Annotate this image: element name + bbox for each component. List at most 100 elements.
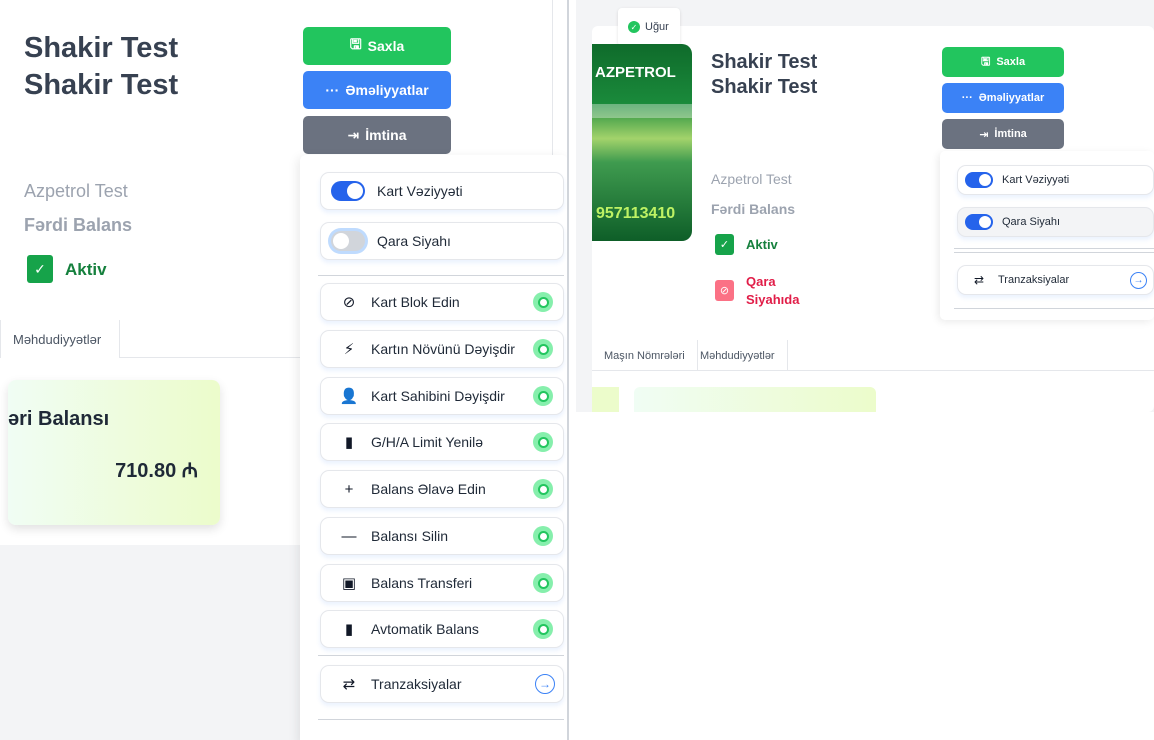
card-stripe: [592, 104, 692, 118]
action-auto-balance[interactable]: ▮ Avtomatik Balans: [320, 610, 564, 648]
transactions-label: Tranzaksiyalar: [998, 274, 1070, 286]
action-balance-transfer[interactable]: ▣ Balans Transferi: [320, 564, 564, 602]
status-dot-icon: [533, 479, 553, 499]
blacklist-switch[interactable]: [331, 231, 365, 251]
status-dot-icon: [533, 292, 553, 312]
floppy-disk-icon: 🖫: [980, 55, 991, 68]
ellipsis-icon: ···: [325, 82, 340, 98]
save-button[interactable]: 🖫 Saxla: [303, 27, 451, 65]
bolt-icon: ⚡: [343, 341, 355, 358]
toggle-blacklist[interactable]: Qara Siyahı: [320, 222, 564, 260]
toggle-card-status[interactable]: Kart Vəziyyəti: [957, 165, 1154, 195]
tab-restrictions[interactable]: Məhdudiyyətlər: [0, 320, 120, 358]
check-icon: ✓: [27, 255, 53, 283]
status-dot-icon: [533, 573, 553, 593]
bar-chart-icon: ▮: [344, 621, 354, 638]
transactions-label: Tranzaksiyalar: [371, 676, 462, 692]
company-name: Azpetrol Test: [711, 171, 792, 187]
action-delete-balance[interactable]: — Balansı Silin: [320, 517, 564, 555]
plus-icon: +: [344, 480, 354, 498]
arrow-right-icon: →: [1130, 271, 1147, 289]
blacklist-status-label: Qara Siyahıda: [746, 274, 800, 307]
toggle-label: Kart Vəziyyəti: [377, 183, 463, 199]
action-add-balance[interactable]: + Balans Əlavə Edin: [320, 470, 564, 508]
action-label: G/H/A Limit Yenilə: [371, 434, 484, 450]
transactions-link[interactable]: ⇄ Tranzaksiyalar →: [320, 665, 564, 703]
action-label: Balans Əlavə Edin: [371, 481, 486, 497]
status-dot-icon: [533, 432, 553, 452]
tab-plate-numbers[interactable]: Maşın Nömrələri: [592, 340, 698, 371]
menu-separator: [954, 308, 1154, 309]
company-name: Azpetrol Test: [24, 181, 128, 201]
status-dot-icon: [533, 526, 553, 546]
holder-name: Shakir Test Shakir Test: [24, 32, 179, 101]
action-change-owner[interactable]: 👤 Kart Sahibini Dəyişdir: [320, 377, 564, 415]
tab-restrictions[interactable]: Məhdudiyyətlər: [688, 340, 788, 371]
transactions-link[interactable]: ⇄ Tranzaksiyalar →: [957, 265, 1154, 295]
action-change-type[interactable]: ⚡ Kartın Növünü Dəyişdir: [320, 330, 564, 368]
menu-separator: [318, 275, 564, 276]
check-icon: ✓: [715, 234, 734, 255]
blacklist-switch[interactable]: [965, 214, 993, 230]
action-limit-renew[interactable]: ▮ G/H/A Limit Yenilə: [320, 423, 564, 461]
status-dot-icon: [533, 339, 553, 359]
user-edit-icon: 👤: [339, 388, 359, 405]
ellipsis-icon: ···: [961, 92, 973, 104]
cancel-button[interactable]: ⇥ İmtina: [303, 116, 451, 154]
success-toast: ✓ Uğur: [618, 8, 680, 46]
arrow-right-icon: →: [535, 674, 555, 694]
actions-button[interactable]: ··· Əməliyyatlar: [942, 83, 1064, 113]
toggle-blacklist[interactable]: Qara Siyahı: [957, 207, 1154, 237]
left-panel: Shakir Test Shakir Test Azpetrol Test Fə…: [0, 0, 568, 740]
menu-separator: [954, 252, 1154, 253]
save-button-label: Saxla: [996, 56, 1026, 68]
right-panel: ✓ Uğur AZPETROL 957113410 Shakir Test Sh…: [576, 0, 1154, 412]
tab-bar: Maşın Nömrələri Məhdudiyyətlər: [592, 340, 1154, 371]
minus-icon: —: [341, 527, 357, 545]
status-label: Aktiv: [746, 237, 778, 252]
cancel-button[interactable]: ⇥ İmtina: [942, 119, 1064, 149]
balance-card-title: əri Balansı: [8, 408, 110, 430]
action-label: Kart Sahibini Dəyişdir: [371, 388, 505, 404]
content-background: [0, 545, 300, 740]
actions-button[interactable]: ··· Əməliyyatlar: [303, 71, 451, 109]
save-button[interactable]: 🖫 Saxla: [942, 47, 1064, 77]
toggle-card-status[interactable]: Kart Vəziyyəti: [320, 172, 564, 210]
status-dot-icon: [533, 619, 553, 639]
ban-icon: ⊘: [342, 294, 356, 311]
toggle-label: Kart Vəziyyəti: [1002, 174, 1070, 186]
save-button-label: Saxla: [367, 38, 405, 54]
card-status-switch[interactable]: [965, 172, 993, 188]
sign-out-icon: ⇥: [979, 128, 989, 141]
toggle-label: Qara Siyahı: [1002, 216, 1061, 228]
toast-label: Uğur: [645, 21, 669, 33]
balance-type: Fərdi Balans: [24, 215, 133, 235]
tab-bar: Məhdudiyyətlər: [0, 320, 300, 358]
action-label: Kart Blok Edin: [371, 294, 460, 310]
holder-name: Shakir Test Shakir Test: [711, 51, 818, 98]
exchange-icon: ⇄: [973, 273, 985, 287]
cancel-button-label: İmtina: [365, 127, 407, 143]
money-bill-icon: ▣: [341, 575, 357, 592]
action-label: Balansı Silin: [371, 528, 449, 544]
divider-line: [552, 0, 553, 160]
exchange-icon: ⇄: [342, 676, 356, 693]
floppy-disk-icon: 🖫: [349, 36, 362, 52]
action-label: Balans Transferi: [371, 575, 473, 591]
menu-separator: [954, 248, 1154, 249]
card-status-switch[interactable]: [331, 181, 365, 201]
screenshot-divider: [567, 0, 569, 740]
card-brand: AZPETROL: [595, 64, 676, 81]
action-label: Kartın Növünü Dəyişdir: [371, 341, 515, 357]
actions-dropdown: Kart Vəziyyəti Qara Siyahı ⇄ Tranzaksiya…: [940, 151, 1154, 320]
toggle-label: Qara Siyahı: [377, 233, 451, 249]
balance-type: Fərdi Balans: [711, 201, 796, 217]
balance-card-partial: [592, 387, 619, 412]
status-label: Aktiv: [65, 260, 107, 279]
card-number: 957113410: [596, 205, 676, 222]
cancel-button-label: İmtina: [994, 128, 1027, 140]
ban-icon: ⊘: [715, 280, 734, 301]
bar-chart-icon: ▮: [344, 434, 354, 451]
menu-separator: [318, 655, 564, 656]
action-block-card[interactable]: ⊘ Kart Blok Edin: [320, 283, 564, 321]
